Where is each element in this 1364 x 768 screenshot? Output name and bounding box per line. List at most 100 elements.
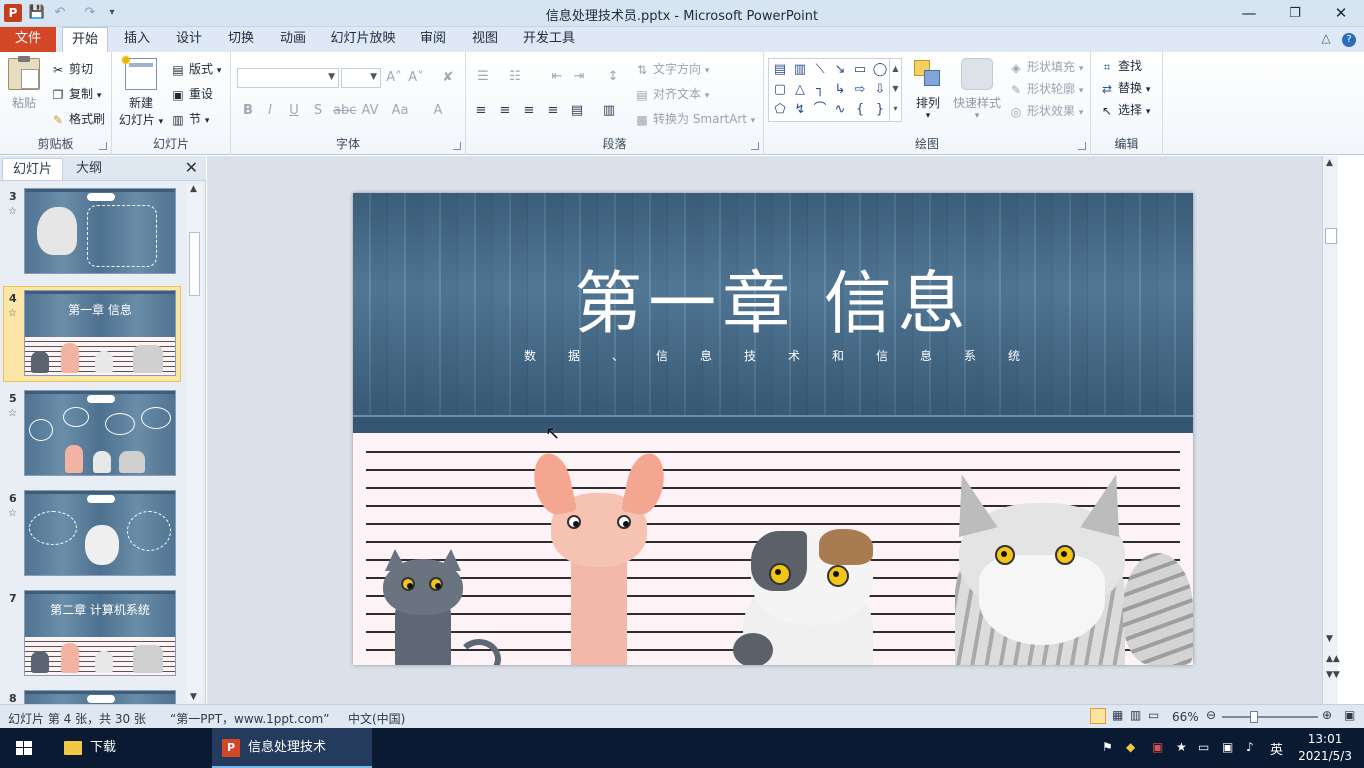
freeform-shape-icon[interactable]: ∿ <box>831 101 849 119</box>
select-button[interactable]: ↖ 选择 ▾ <box>1099 101 1150 119</box>
align-center-icon[interactable]: ≡ <box>496 102 514 120</box>
layout-button[interactable]: ▤ 版式 ▾ <box>170 60 221 78</box>
save-icon[interactable]: 💾 <box>27 3 47 23</box>
slide-thumbnail[interactable] <box>24 188 176 274</box>
scroll-down-icon[interactable]: ▼ <box>1326 634 1333 644</box>
curve-shape-icon[interactable]: ⌒ <box>811 101 829 119</box>
copy-button[interactable]: ❐ 复制 ▾ <box>50 85 102 103</box>
normal-view-icon[interactable] <box>1090 708 1106 724</box>
slide-scrollbar[interactable]: ▲ ▼ ▲▲ ▼▼ <box>1322 156 1340 704</box>
align-text-button[interactable]: ▤ 对齐文本 ▾ <box>634 85 709 103</box>
rounded-rect-shape-icon[interactable]: ▢ <box>771 81 789 99</box>
zoom-slider[interactable] <box>1222 716 1318 718</box>
gallery-scroll-icon[interactable]: ▲ ▼ ▾ <box>889 59 901 121</box>
slide-thumbnail[interactable] <box>24 390 176 476</box>
theme-status[interactable]: “第一PPT，www.1ppt.com” <box>170 710 329 727</box>
format-painter-button[interactable]: ✎ 格式刷 <box>50 110 105 128</box>
columns-icon[interactable]: ▥ <box>600 102 618 120</box>
tab-insert[interactable]: 插入 <box>115 27 159 52</box>
tab-transitions[interactable]: 切换 <box>219 27 263 52</box>
scrollbar-thumb[interactable] <box>1325 228 1337 244</box>
redo-icon[interactable]: ↷ <box>80 3 100 23</box>
elbow-connector-icon[interactable]: ┐ <box>811 81 829 99</box>
shield-tray-icon[interactable]: ◆ <box>1126 740 1135 754</box>
textbox-shape-icon[interactable]: ▤ <box>771 61 789 79</box>
slide-thumbnail-row[interactable]: 4 ☆ 第一章 信息 <box>0 290 186 380</box>
text-direction-button[interactable]: ⇅ 文字方向 ▾ <box>634 60 709 78</box>
pentagon-shape-icon[interactable]: ⬠ <box>771 101 789 119</box>
slide-thumbnail-row[interactable]: 8 <box>0 690 186 704</box>
next-slide-icon[interactable]: ▼▼ <box>1326 670 1340 680</box>
tab-home[interactable]: 开始 <box>62 27 108 53</box>
distributed-icon[interactable]: ▤ <box>568 102 586 120</box>
brace-left-shape-icon[interactable]: { <box>851 101 869 119</box>
paragraph-launcher-icon[interactable] <box>751 142 759 150</box>
tab-animations[interactable]: 动画 <box>271 27 315 52</box>
down-arrow-shape-icon[interactable]: ⇩ <box>871 81 889 99</box>
taskbar-powerpoint[interactable]: P信息处理技术员.pp... <box>212 728 372 768</box>
thumbnail-scrollbar[interactable]: ▲ ▼ <box>187 184 202 702</box>
italic-icon[interactable]: I <box>261 102 279 120</box>
slide-thumbnail-row[interactable]: 3 ☆ <box>0 188 186 278</box>
bullets-icon[interactable]: ☰ <box>474 68 492 86</box>
quick-styles-button[interactable]: 快速样式 ▾ <box>950 58 1004 121</box>
paste-button[interactable]: 粘贴 <box>6 56 42 111</box>
clear-formatting-icon[interactable]: ✘ <box>439 69 457 87</box>
tab-design[interactable]: 设计 <box>167 27 211 52</box>
slide-thumbnail-row[interactable]: 7 第二章 计算机系统 <box>0 590 186 680</box>
reset-button[interactable]: ▣ 重设 <box>170 85 213 103</box>
current-slide[interactable]: 第一章 信息 数据、信息技术和信息系统 <box>353 193 1193 665</box>
customize-toolbar-icon[interactable]: ▾ <box>102 3 122 23</box>
slide-sorter-icon[interactable]: ▦ <box>1112 708 1123 722</box>
shape-outline-button[interactable]: ✎ 形状轮廓 ▾ <box>1008 80 1083 98</box>
slide-thumbnail[interactable] <box>24 690 176 704</box>
scroll-down-icon[interactable]: ▼ <box>190 692 197 702</box>
close-panel-icon[interactable]: ✕ <box>185 158 198 177</box>
tab-slideshow[interactable]: 幻灯片放映 <box>323 27 403 52</box>
scroll-up-icon[interactable]: ▲ <box>190 184 197 194</box>
find-button[interactable]: ⌗ 查找 <box>1099 57 1142 75</box>
arrow-line-shape-icon[interactable]: ↘ <box>831 61 849 79</box>
shape-effects-button[interactable]: ◎ 形状效果 ▾ <box>1008 102 1084 120</box>
grow-font-icon[interactable]: A˄ <box>385 69 403 87</box>
rectangle-shape-icon[interactable]: ▭ <box>851 61 869 79</box>
slide-thumbnail[interactable] <box>24 490 176 576</box>
flag-tray-icon[interactable]: ⚑ <box>1102 740 1113 754</box>
scroll-up-icon[interactable]: ▲ <box>1326 158 1333 168</box>
reading-view-icon[interactable]: ▥ <box>1130 708 1141 722</box>
tab-slides-panel[interactable]: 幻灯片 <box>2 158 64 180</box>
char-spacing-icon[interactable]: AV <box>361 102 379 120</box>
lightning-shape-icon[interactable]: ↯ <box>791 101 809 119</box>
tab-file[interactable]: 文件 <box>0 27 56 52</box>
align-left-icon[interactable]: ≡ <box>472 102 490 120</box>
shape-fill-button[interactable]: ◈ 形状填充 ▾ <box>1008 58 1083 76</box>
shapes-gallery[interactable]: ▤ ▥ ⟍ ↘ ▭ ◯ ▢ △ ┐ ↳ ⇨ ⇩ ⬠ ↯ ⌒ ∿ { } ▲ ▼ ▾ <box>768 58 902 122</box>
tab-view[interactable]: 视图 <box>463 27 507 52</box>
font-family-select[interactable]: ▼ <box>237 68 339 88</box>
battery-icon[interactable]: ▭ <box>1198 740 1209 754</box>
vertical-textbox-shape-icon[interactable]: ▥ <box>791 61 809 79</box>
close-window-button[interactable]: ✕ <box>1318 0 1364 27</box>
arrange-button[interactable]: 排列 ▾ <box>908 58 948 121</box>
right-arrow-shape-icon[interactable]: ⇨ <box>851 81 869 99</box>
font-size-select[interactable]: ▼ <box>341 68 381 88</box>
increase-indent-icon[interactable]: ⇥ <box>570 68 588 86</box>
shadow-icon[interactable]: S <box>309 102 327 120</box>
section-button[interactable]: ▥ 节 ▾ <box>170 110 209 128</box>
numbering-icon[interactable]: ☷ <box>506 68 524 86</box>
decrease-indent-icon[interactable]: ⇤ <box>548 68 566 86</box>
security-tray-icon[interactable]: ▣ <box>1152 740 1163 754</box>
elbow-arrow-icon[interactable]: ↳ <box>831 81 849 99</box>
justify-icon[interactable]: ≡ <box>544 102 562 120</box>
new-slide-button[interactable]: ✹ 新建 幻灯片 ▾ <box>116 53 166 128</box>
taskbar-downloads[interactable]: 下载 <box>60 728 190 768</box>
slide-title[interactable]: 第一章 信息 <box>353 248 1193 347</box>
slide-thumbnail-row[interactable]: 5 ☆ <box>0 390 186 480</box>
collapse-ribbon-icon[interactable]: △ <box>1321 31 1330 45</box>
undo-icon[interactable]: ↶ <box>50 3 70 23</box>
slideshow-view-icon[interactable]: ▭ <box>1148 708 1159 722</box>
network-icon[interactable]: ▣ <box>1222 740 1233 754</box>
shrink-font-icon[interactable]: A˅ <box>407 69 425 87</box>
windows-start-button[interactable] <box>0 728 48 768</box>
zoom-slider-handle[interactable] <box>1249 711 1258 723</box>
